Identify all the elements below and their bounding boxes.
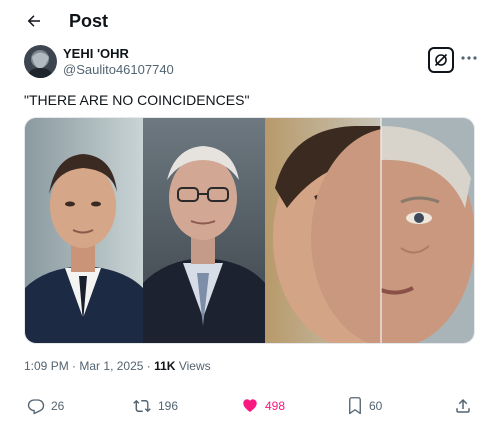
post-meta: 1:09 PM · Mar 1, 2025 · 11K Views — [24, 358, 211, 374]
views-label: Views — [178, 359, 211, 373]
reply-count: 26 — [51, 399, 65, 413]
reply-icon — [27, 399, 45, 415]
arrow-left-icon — [27, 15, 40, 27]
bookmark-button[interactable]: 60 — [347, 395, 382, 417]
post-time[interactable]: 1:09 PM — [24, 359, 69, 373]
like-button[interactable]: 498 — [241, 395, 285, 417]
bookmark-count: 60 — [369, 399, 383, 413]
post-date[interactable]: Mar 1, 2025 — [79, 359, 143, 373]
views-count: 11K — [154, 359, 176, 373]
post-header: Post — [0, 0, 500, 44]
page-title: Post — [69, 11, 109, 31]
reply-button[interactable]: 26 — [27, 395, 64, 417]
like-count: 498 — [265, 399, 286, 413]
post-media-image[interactable] — [24, 117, 475, 344]
author-handle[interactable]: @Saulito46107740 — [63, 62, 174, 77]
repost-button[interactable]: 196 — [132, 395, 178, 417]
repost-icon — [133, 399, 151, 413]
back-button[interactable] — [22, 9, 46, 33]
more-horizontal-icon — [461, 56, 477, 60]
grok-icon — [434, 53, 448, 67]
share-icon — [456, 398, 470, 413]
avatar[interactable] — [24, 45, 57, 78]
more-options-button[interactable] — [459, 50, 479, 66]
heart-icon — [243, 399, 257, 412]
share-button[interactable] — [454, 395, 472, 417]
repost-count: 196 — [158, 399, 179, 413]
meta-separator: · — [72, 359, 77, 373]
author-display-name[interactable]: YEHI 'OHR — [63, 46, 129, 61]
tweet-text: "THERE ARE NO COINCIDENCES" — [24, 92, 250, 108]
bookmark-icon — [349, 397, 361, 415]
grok-button[interactable] — [428, 47, 454, 73]
meta-separator: · — [146, 359, 151, 373]
